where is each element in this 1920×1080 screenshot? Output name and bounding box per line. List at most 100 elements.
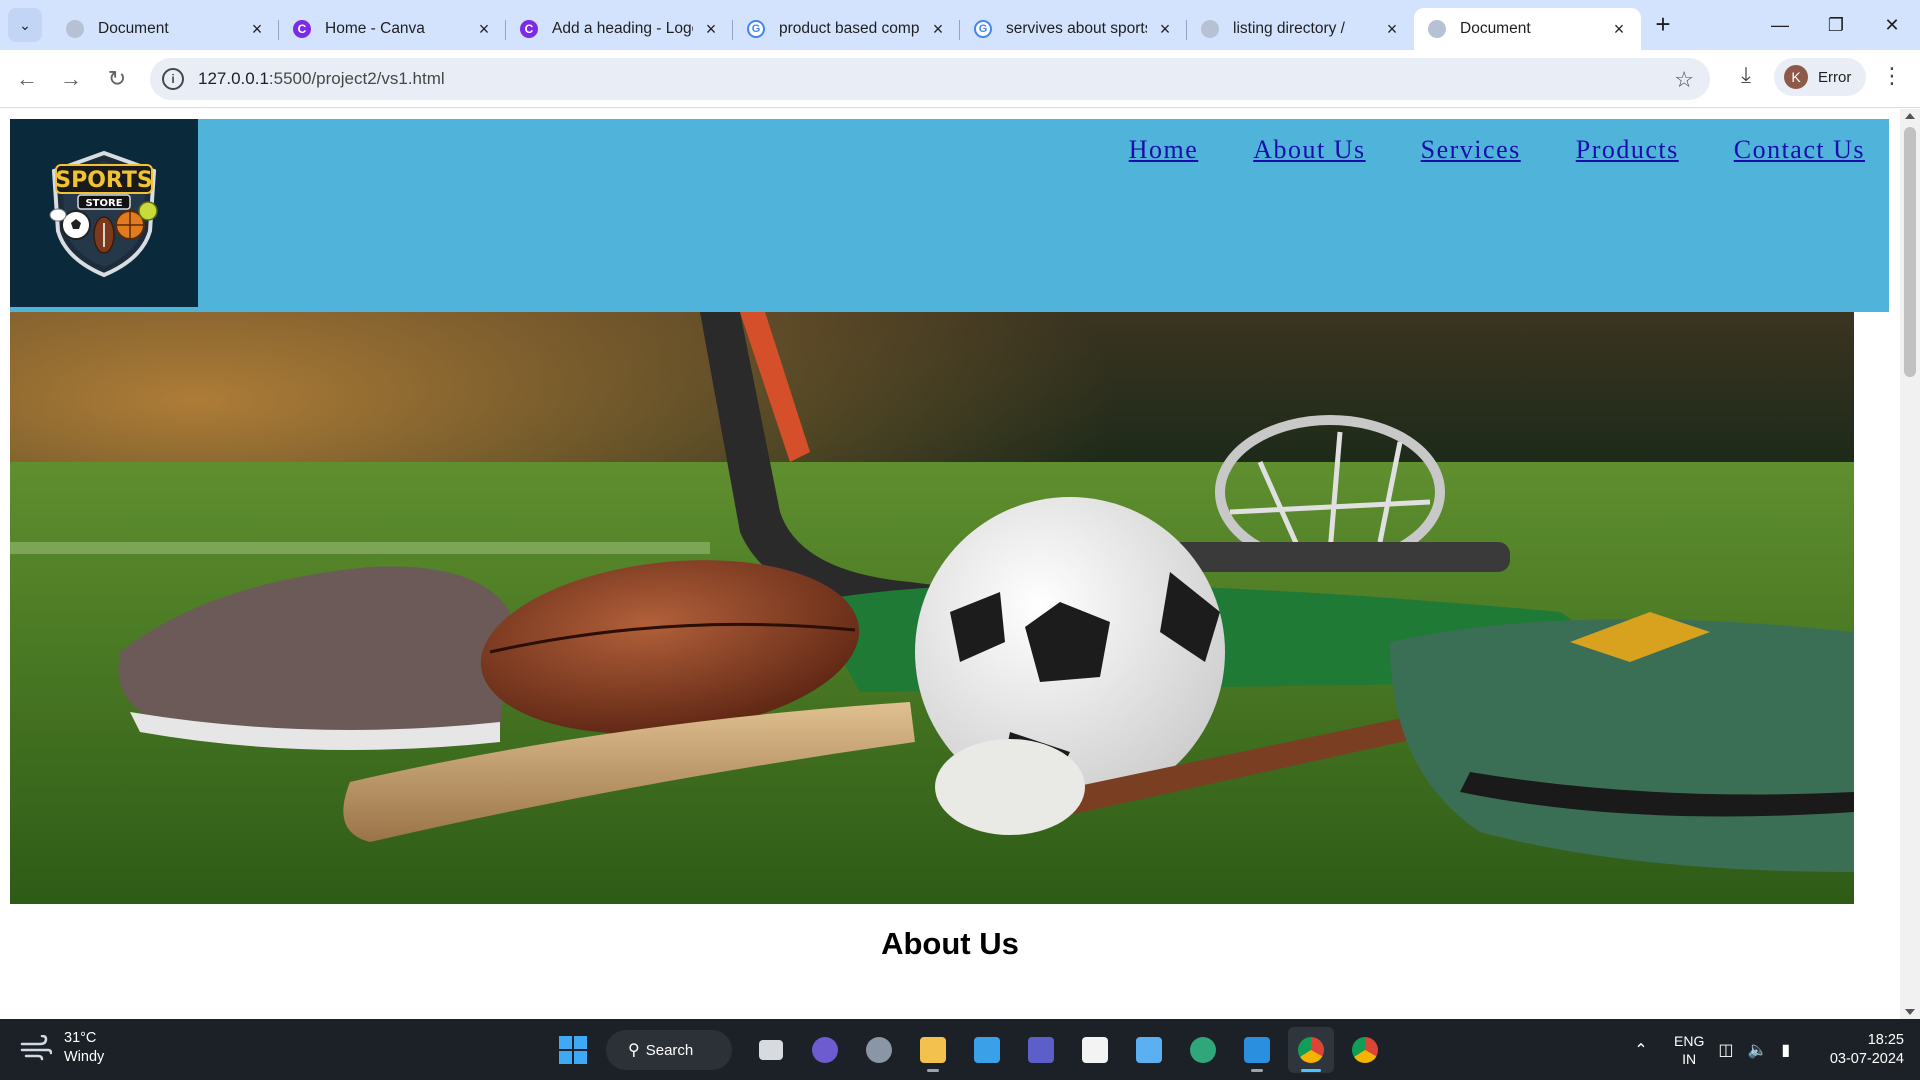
- globe-icon: [1201, 20, 1219, 38]
- tab-close-icon[interactable]: ×: [1609, 19, 1629, 40]
- tab-search-chevron-icon[interactable]: ⌄: [8, 8, 42, 42]
- tab-document-1[interactable]: Document ×: [52, 8, 279, 50]
- tab-product-based[interactable]: G product based comp ×: [733, 8, 960, 50]
- bookmark-star-icon[interactable]: ☆: [1674, 67, 1694, 93]
- tab-title: servives about sports: [1006, 20, 1147, 37]
- vscode-icon[interactable]: [1234, 1027, 1280, 1073]
- file-explorer-icon[interactable]: [910, 1027, 956, 1073]
- google-icon: G: [974, 20, 992, 38]
- battery-icon[interactable]: ▮: [1781, 1040, 1790, 1060]
- globe-icon: [66, 20, 84, 38]
- settings-gear-icon[interactable]: [856, 1027, 902, 1073]
- start-windows-icon[interactable]: [550, 1027, 596, 1073]
- tab-title: Document: [98, 20, 169, 37]
- tab-home-canva[interactable]: C Home - Canva ×: [279, 8, 506, 50]
- tab-close-icon[interactable]: ×: [928, 19, 948, 40]
- chrome-icon[interactable]: [1342, 1027, 1388, 1073]
- site-header: SPORTS STORE Home About Us Services Prod…: [10, 119, 1889, 312]
- scrollbar-thumb[interactable]: [1904, 127, 1916, 377]
- profile-status: Error: [1818, 68, 1852, 86]
- temperature-text: 31°C: [64, 1030, 97, 1046]
- language-indicator[interactable]: ENG IN: [1674, 1032, 1704, 1068]
- tab-close-icon[interactable]: ×: [247, 19, 267, 40]
- lang-bottom: IN: [1682, 1051, 1697, 1067]
- teams-icon[interactable]: [1018, 1027, 1064, 1073]
- tab-list: Document × C Home - Canva × C Add a head…: [52, 8, 1641, 50]
- nav-link-home[interactable]: Home: [1129, 135, 1199, 165]
- wind-icon: [20, 1035, 52, 1061]
- nav-link-contact-us[interactable]: Contact Us: [1734, 135, 1865, 165]
- show-hidden-icons-chevron-icon[interactable]: ⌃: [1626, 1040, 1656, 1060]
- avatar: K: [1784, 65, 1808, 89]
- date-text: 03-07-2024: [1829, 1051, 1904, 1067]
- address-bar[interactable]: i 127.0.0.1:5500/project2/vs1.html ☆: [150, 58, 1710, 100]
- weather-text: Windy: [64, 1049, 105, 1065]
- tab-title: Home - Canva: [325, 20, 425, 37]
- logo[interactable]: SPORTS STORE: [10, 119, 198, 307]
- nav-link-products[interactable]: Products: [1576, 135, 1679, 165]
- url-path: :5500/project2/vs1.html: [268, 69, 445, 88]
- edge-icon[interactable]: [1180, 1027, 1226, 1073]
- download-icon[interactable]: ⤓: [1732, 62, 1760, 90]
- about-us-heading: About Us: [881, 926, 1019, 961]
- tab-close-icon[interactable]: ×: [1155, 19, 1175, 40]
- tab-add-heading[interactable]: C Add a heading - Logo ×: [506, 8, 733, 50]
- tab-close-icon[interactable]: ×: [701, 19, 721, 40]
- search-label: Search: [645, 1041, 694, 1059]
- scroll-up-icon[interactable]: [1905, 113, 1915, 119]
- logo-bottom-text: STORE: [85, 198, 122, 209]
- restore-icon[interactable]: ❐: [1808, 0, 1864, 50]
- chrome-profile-icon[interactable]: [1288, 1027, 1334, 1073]
- url-text[interactable]: 127.0.0.1:5500/project2/vs1.html: [198, 69, 445, 89]
- time-text: 18:25: [1867, 1032, 1904, 1048]
- page-viewport: SPORTS STORE Home About Us Services Prod…: [0, 109, 1900, 1019]
- logo-top-text: SPORTS: [55, 168, 152, 193]
- nav-link-about-us[interactable]: About Us: [1253, 135, 1365, 165]
- system-tray: ⌃ ENG IN ◫ 🔈 ▮: [1626, 1027, 1790, 1073]
- globe-icon: [1428, 20, 1446, 38]
- volume-icon[interactable]: 🔈: [1747, 1040, 1767, 1060]
- tab-services-sports[interactable]: G servives about sports ×: [960, 8, 1187, 50]
- taskbar-search-button[interactable]: ⚲ Search: [606, 1030, 732, 1070]
- window-controls: — ❐ ✕: [1752, 0, 1920, 50]
- meet-camera-icon[interactable]: [802, 1027, 848, 1073]
- profile-button[interactable]: K Error: [1774, 58, 1866, 96]
- close-window-icon[interactable]: ✕: [1864, 0, 1920, 50]
- notepad-icon[interactable]: [1126, 1027, 1172, 1073]
- tab-document-active[interactable]: Document ×: [1414, 8, 1641, 50]
- main-nav: Home About Us Services Products Contact …: [1129, 135, 1865, 165]
- lang-top: ENG: [1674, 1033, 1705, 1049]
- weather-widget[interactable]: 31°C Windy: [20, 1029, 104, 1067]
- url-host: 127.0.0.1: [198, 69, 269, 88]
- reload-icon[interactable]: ↻: [102, 64, 132, 94]
- tab-close-icon[interactable]: ×: [474, 19, 494, 40]
- tab-title: Document: [1460, 20, 1531, 37]
- back-arrow-icon[interactable]: ←: [12, 64, 42, 94]
- page-scrollbar[interactable]: [1900, 109, 1920, 1019]
- windows-taskbar: 31°C Windy ⚲ Search ⌃ ENG IN ◫ 🔈 ▮ 18:25…: [0, 1019, 1920, 1080]
- task-view-icon[interactable]: [748, 1027, 794, 1073]
- clock[interactable]: 18:25 03-07-2024: [1816, 1031, 1904, 1069]
- google-icon: G: [747, 20, 765, 38]
- tab-close-icon[interactable]: ×: [1382, 19, 1402, 40]
- canva-icon: C: [520, 20, 538, 38]
- site-info-icon[interactable]: i: [162, 68, 184, 90]
- search-icon: ⚲: [628, 1042, 640, 1059]
- browser-toolbar: ← → ↻ i 127.0.0.1:5500/project2/vs1.html…: [0, 50, 1920, 108]
- tab-listing-directory[interactable]: listing directory / ×: [1187, 8, 1414, 50]
- browser-menu-icon[interactable]: ⋮: [1880, 64, 1904, 90]
- taskbar-apps: ⚲ Search: [546, 1027, 1392, 1073]
- nav-link-services[interactable]: Services: [1421, 135, 1521, 165]
- tab-title: listing directory /: [1233, 20, 1345, 37]
- network-icon[interactable]: ◫: [1718, 1040, 1733, 1060]
- tab-title: Add a heading - Logo: [552, 20, 693, 37]
- forward-arrow-icon[interactable]: →: [56, 64, 86, 94]
- sports-store-logo-icon: SPORTS STORE: [49, 150, 158, 278]
- desktop-monitor-icon[interactable]: [964, 1027, 1010, 1073]
- browser-tab-strip: ⌄ Document × C Home - Canva × C Add a he…: [0, 0, 1920, 50]
- minimize-icon[interactable]: —: [1752, 0, 1808, 50]
- microsoft-store-icon[interactable]: [1072, 1027, 1118, 1073]
- scroll-down-icon[interactable]: [1905, 1009, 1915, 1015]
- canva-icon: C: [293, 20, 311, 38]
- new-tab-plus-icon[interactable]: +: [1650, 11, 1676, 38]
